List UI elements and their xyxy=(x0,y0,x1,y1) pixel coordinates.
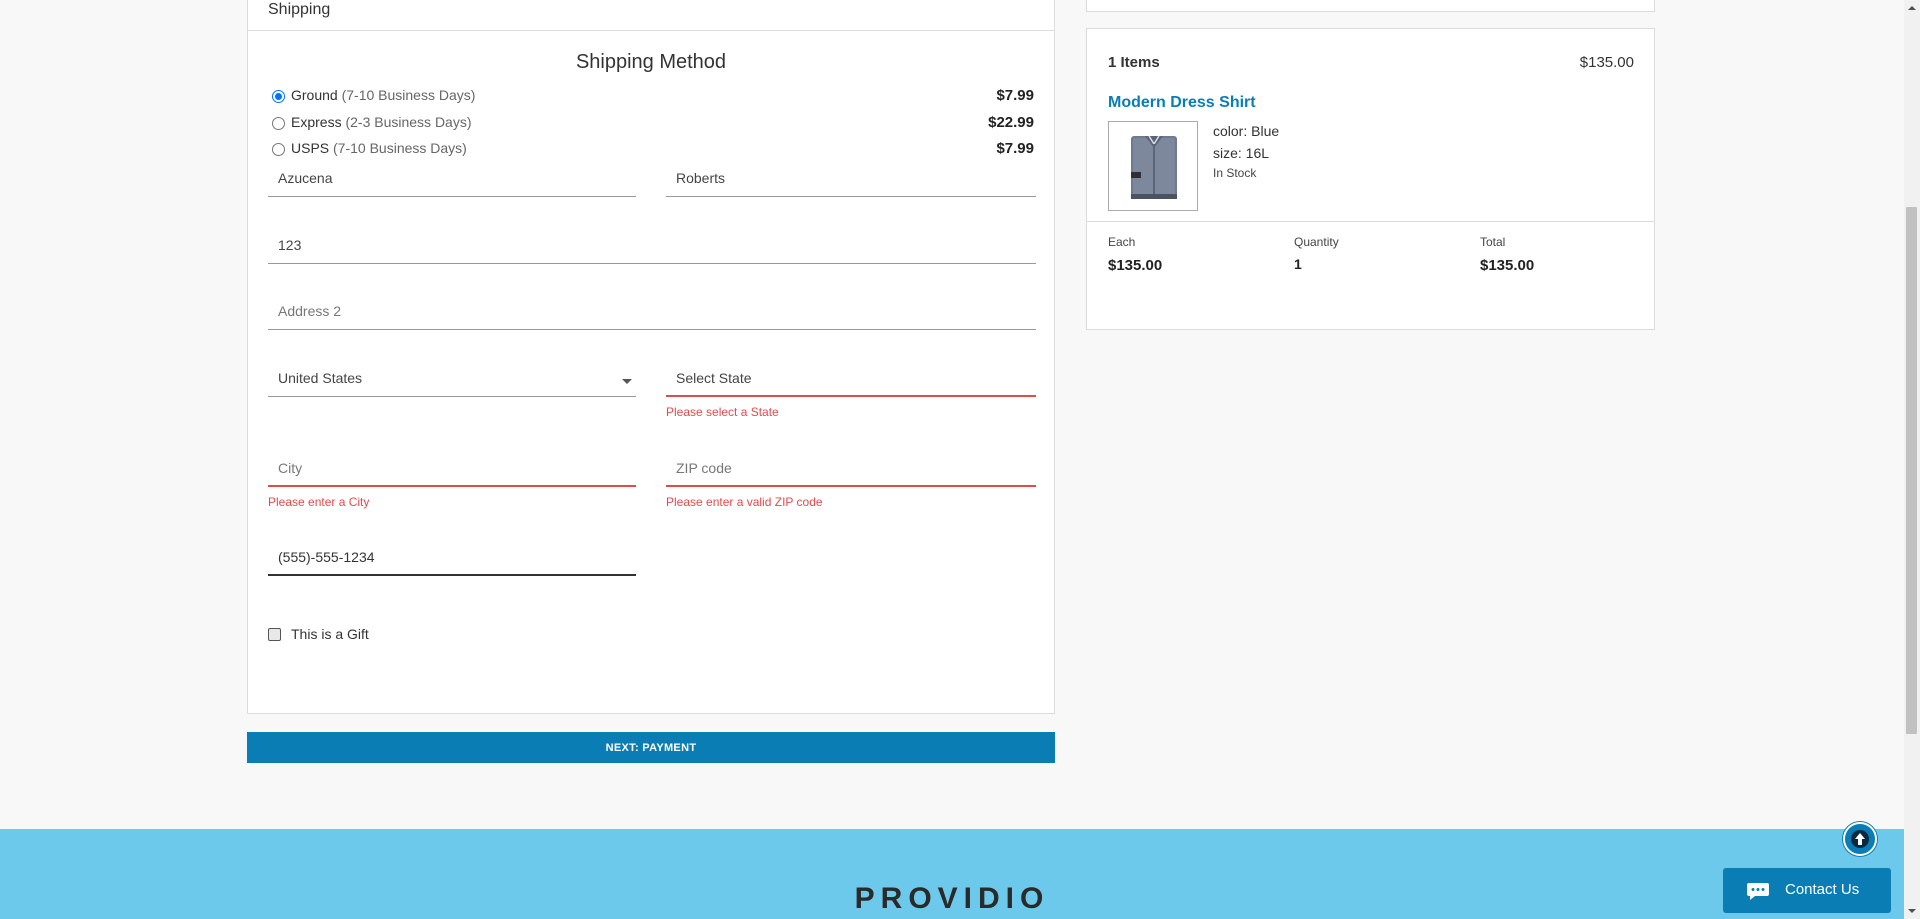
chevron-down-icon xyxy=(622,379,632,384)
shipping-option-ground[interactable]: Ground (7-10 Business Days) $7.99 xyxy=(272,87,1034,109)
shipping-method-title: Shipping Method xyxy=(575,51,727,73)
shipping-option-days: (2-3 Business Days) xyxy=(345,114,472,130)
phone-field[interactable]: (555)-555-1234 xyxy=(268,548,636,576)
next-payment-button[interactable]: NEXT: PAYMENT xyxy=(247,732,1055,763)
state-error: Please select a State xyxy=(666,405,779,419)
shipping-option-name: Express xyxy=(291,114,342,130)
zip-error: Please enter a valid ZIP code xyxy=(666,495,823,509)
shipping-header-title: Shipping xyxy=(268,1,331,18)
address1-value: 123 xyxy=(278,237,302,253)
shipping-option-name: USPS xyxy=(291,140,330,156)
shipping-option-days: (7-10 Business Days) xyxy=(333,140,467,156)
shipping-option-days: (7-10 Business Days) xyxy=(341,87,476,103)
cart-subtotal: $135.00 xyxy=(1579,54,1634,71)
shirt-image xyxy=(1131,135,1177,199)
first-name-value: Azucena xyxy=(278,170,333,186)
quantity-value: 1 xyxy=(1294,256,1302,272)
product-color: color: Blue xyxy=(1213,123,1280,139)
product-name-link[interactable]: Modern Dress Shirt xyxy=(1108,94,1256,112)
shipping-option-price: $7.99 xyxy=(996,140,1034,157)
summary-panel-top xyxy=(1086,0,1655,12)
state-placeholder: Select State xyxy=(676,370,752,386)
cart-summary: 1 Items $135.00 Modern Dress Shirt color… xyxy=(1086,28,1655,330)
radio-usps[interactable] xyxy=(272,143,285,156)
shipping-panel: Shipping Shipping Method Ground (7-10 Bu… xyxy=(247,0,1055,714)
shipping-option-price: $7.99 xyxy=(996,87,1034,104)
arrow-up-icon xyxy=(1851,830,1869,848)
country-select[interactable]: United States xyxy=(268,369,636,397)
first-name-field[interactable]: Azucena xyxy=(268,169,636,197)
total-value: $135.00 xyxy=(1480,257,1535,274)
scroll-up-arrow-icon[interactable] xyxy=(1904,0,1920,16)
product-thumbnail[interactable] xyxy=(1108,121,1198,211)
address2-placeholder: Address 2 xyxy=(278,303,342,319)
gift-checkbox[interactable] xyxy=(268,628,281,641)
each-value: $135.00 xyxy=(1108,257,1163,274)
radio-ground[interactable] xyxy=(272,90,285,103)
zip-field[interactable]: ZIP code xyxy=(666,459,1036,487)
total-label: Total xyxy=(1480,235,1506,249)
city-error: Please enter a City xyxy=(268,495,370,509)
scroll-to-top-button[interactable] xyxy=(1843,822,1877,856)
phone-value: (555)-555-1234 xyxy=(278,549,375,565)
state-select[interactable]: Select State xyxy=(666,369,1036,397)
contact-us-label: Contact Us xyxy=(1785,881,1860,898)
city-placeholder: City xyxy=(278,460,303,476)
shipping-option-usps[interactable]: USPS (7-10 Business Days) $7.99 xyxy=(272,140,1034,162)
last-name-value: Roberts xyxy=(676,170,726,186)
quantity-label: Quantity xyxy=(1294,235,1339,249)
zip-placeholder: ZIP code xyxy=(676,460,732,476)
cart-divider xyxy=(1087,221,1654,222)
shipping-option-price: $22.99 xyxy=(988,114,1034,131)
product-stock-status: In Stock xyxy=(1213,166,1257,180)
contact-us-button[interactable]: Contact Us xyxy=(1723,868,1891,913)
chat-icon xyxy=(1747,883,1769,900)
shipping-header: Shipping xyxy=(248,0,1054,31)
each-label: Each xyxy=(1108,235,1136,249)
shipping-option-express[interactable]: Express (2-3 Business Days) $22.99 xyxy=(272,114,1034,136)
scroll-down-arrow-icon[interactable] xyxy=(1904,903,1920,919)
address2-field[interactable]: Address 2 xyxy=(268,302,1036,330)
city-field[interactable]: City xyxy=(268,459,636,487)
country-value: United States xyxy=(278,370,363,386)
address1-field[interactable]: 123 xyxy=(268,236,1036,264)
footer-brand-logo: PROVIDIO xyxy=(854,882,1050,915)
scrollbar-thumb[interactable] xyxy=(1906,207,1917,734)
shipping-option-name: Ground xyxy=(291,87,338,103)
product-size: size: 16L xyxy=(1213,145,1270,161)
radio-express[interactable] xyxy=(272,117,285,130)
last-name-field[interactable]: Roberts xyxy=(666,169,1036,197)
cart-items-count: 1 Items xyxy=(1108,54,1160,71)
gift-label: This is a Gift xyxy=(291,626,369,642)
